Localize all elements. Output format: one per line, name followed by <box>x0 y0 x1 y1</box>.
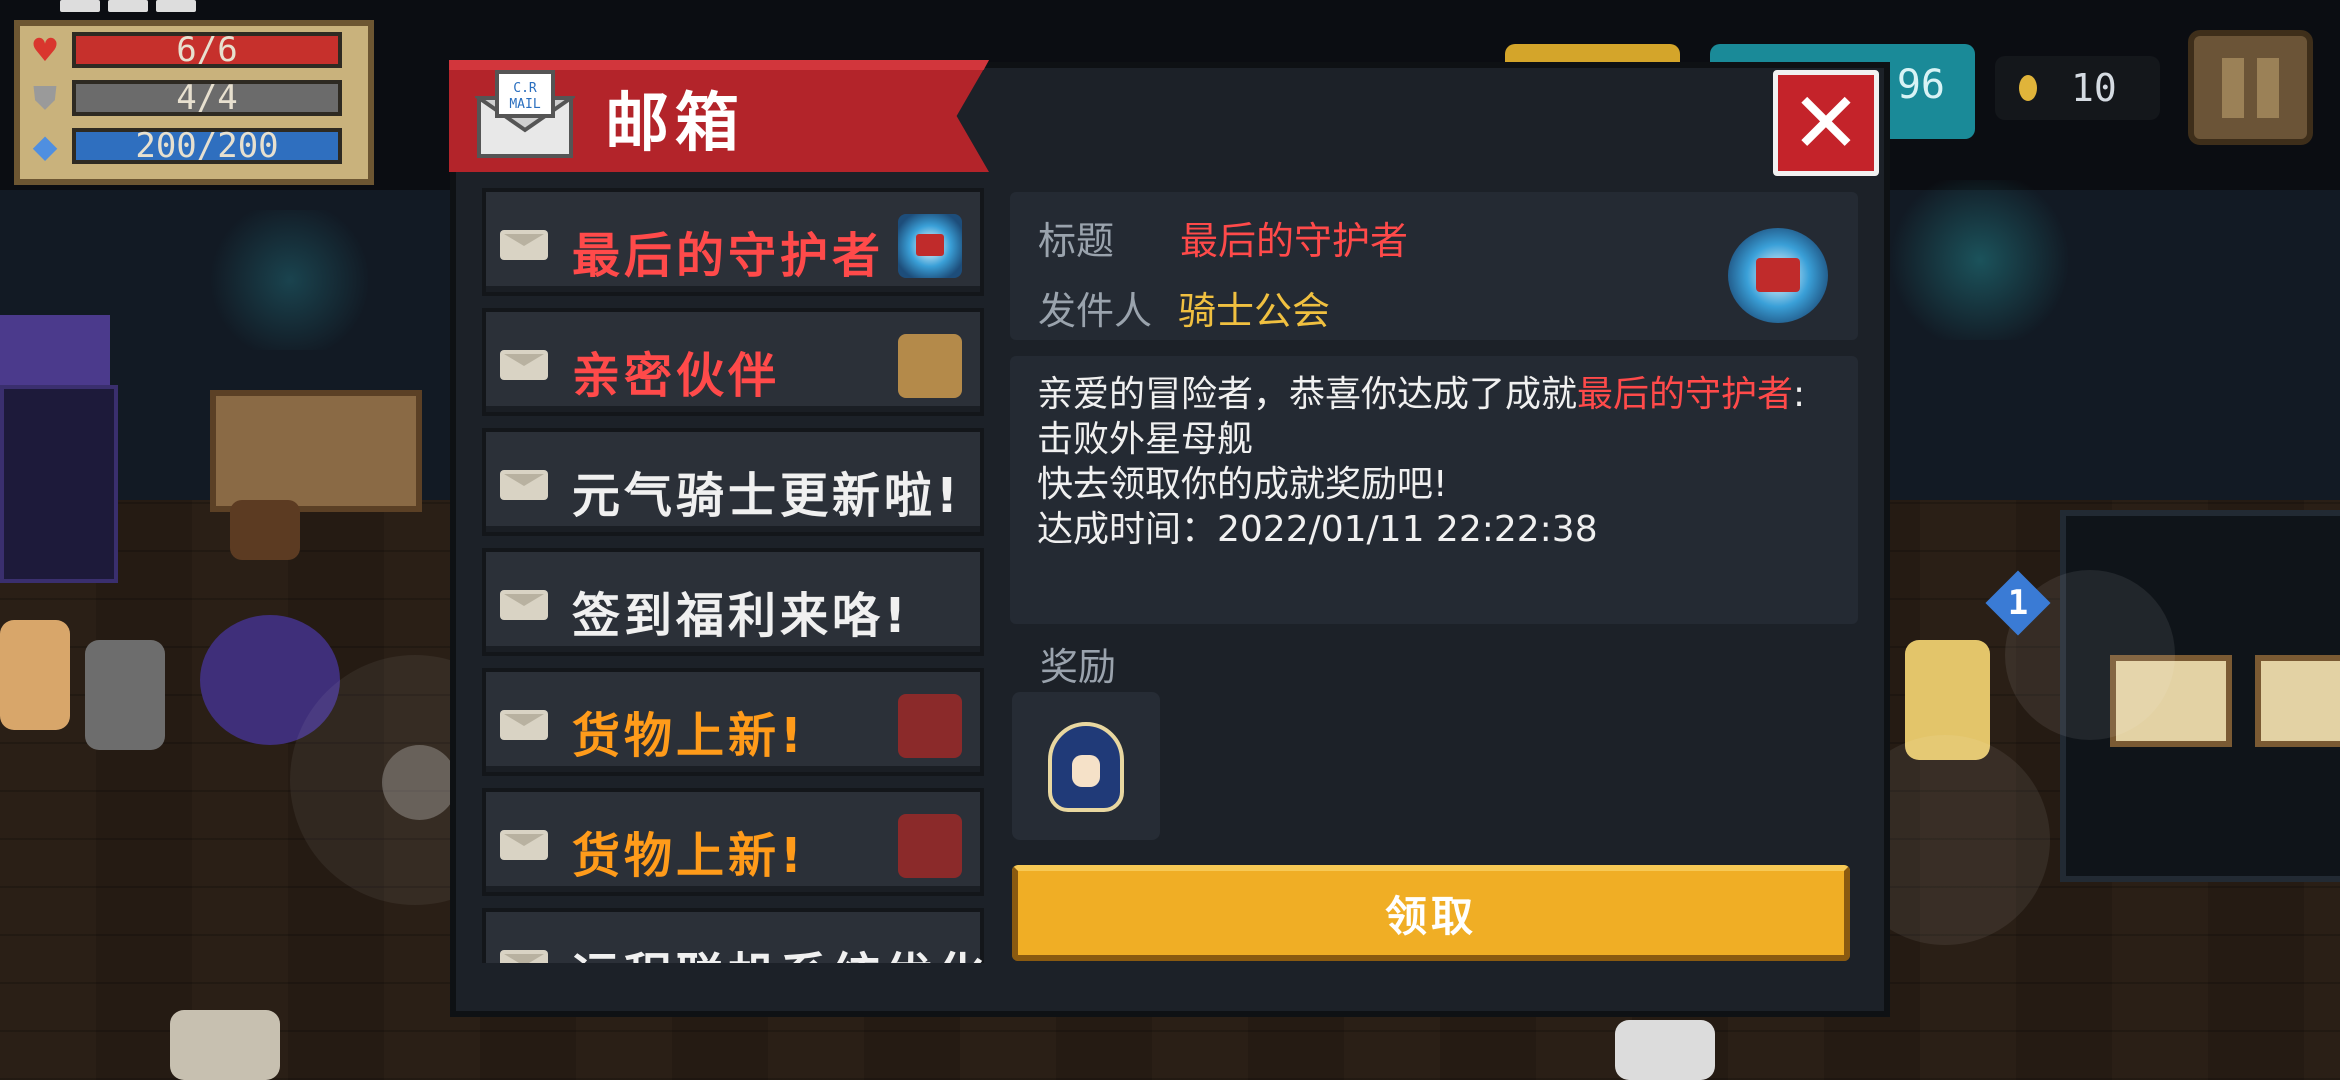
pet-fox-icon <box>898 334 962 398</box>
envelope-icon <box>500 950 548 963</box>
npc-bunny <box>0 620 70 730</box>
shield-icon: ⛊ <box>32 79 57 117</box>
mail-item-checkin[interactable]: 签到福利来咯! <box>482 548 984 656</box>
mail-item-new-goods-2[interactable]: 货物上新! <box>482 788 984 896</box>
mail-item-label: 远程联机系统优化 <box>572 936 988 963</box>
npc-bottom-right <box>1615 1020 1715 1080</box>
close-x-icon: ✕ <box>1790 74 1862 172</box>
body-line3: 达成时间：2022/01/11 22:22:38 <box>1037 509 1598 550</box>
sender-value: 骑士公会 <box>1178 289 1331 333</box>
energy-bar: 200/200 <box>72 126 342 166</box>
device-status-bar <box>60 0 196 14</box>
armor-row: ⛊ 4/4 <box>28 78 342 118</box>
svg-text:MAIL: MAIL <box>509 97 540 112</box>
mail-item-partner[interactable]: 亲密伙伴 <box>482 308 984 416</box>
coin-count: 10 <box>2071 66 2117 110</box>
map-table <box>210 390 422 512</box>
barrel <box>230 500 300 560</box>
character-skin-face <box>1072 755 1100 787</box>
mail-item-update[interactable]: 元气骑士更新啦! <box>482 428 984 536</box>
title-key: 标题 <box>1038 219 1115 263</box>
gem-count: 96 <box>1896 62 1945 108</box>
weapon-badge-number: 1 <box>2007 583 2029 623</box>
mail-envelope-icon: C.R MAIL <box>472 68 578 160</box>
joystick-knob[interactable] <box>382 745 457 820</box>
mail-item-label: 签到福利来咯! <box>572 588 910 644</box>
pause-button[interactable] <box>2188 30 2313 145</box>
envelope-icon <box>500 590 548 620</box>
teal-light-left <box>200 210 380 350</box>
mail-item-label: 亲密伙伴 <box>572 348 781 404</box>
claim-label: 领取 <box>1384 891 1477 941</box>
npc-robot <box>85 640 165 750</box>
body-line2: 快去领取你的成就奖励吧! <box>1037 464 1448 505</box>
knight-merchant-icon <box>898 694 962 758</box>
title-value: 最后的守护者 <box>1180 219 1409 263</box>
mail-list[interactable]: 最后的守护者 亲密伙伴 元气骑士更新啦! 签到福利来咯! 货物上新! 货物上新!… <box>482 188 992 963</box>
mail-item-guardian[interactable]: 最后的守护者 <box>482 188 984 296</box>
body-highlight: 最后的守护者 <box>1577 374 1794 415</box>
claim-button[interactable]: 领取 <box>1012 865 1850 961</box>
mail-item-label: 货物上新! <box>572 828 806 884</box>
notice-board-2 <box>2255 655 2340 747</box>
knight-merchant-icon <box>898 814 962 878</box>
body-part1: 亲爱的冒险者，恭喜你达成了成就 <box>1037 374 1578 415</box>
envelope-icon <box>500 830 548 860</box>
reward-label: 奖励 <box>1040 645 1117 689</box>
energy-row: ◆ 200/200 <box>28 126 342 166</box>
hp-bar: 6/6 <box>72 30 342 70</box>
mail-item-label: 元气骑士更新啦! <box>572 468 962 524</box>
energy-crystal-icon: ◆ <box>32 127 58 165</box>
mail-item-online[interactable]: 远程联机系统优化 <box>482 908 984 963</box>
envelope-icon <box>500 710 548 740</box>
armor-bar: 4/4 <box>72 78 342 118</box>
mail-item-label: 货物上新! <box>572 708 806 764</box>
envelope-icon <box>500 230 548 260</box>
arcade-machine <box>0 385 118 583</box>
coin-icon <box>2019 75 2037 101</box>
npc-bottom-left <box>170 1010 280 1080</box>
sender-key: 发件人 <box>1038 289 1153 333</box>
guardian-orb-icon <box>1728 228 1828 323</box>
close-button[interactable]: ✕ <box>1773 70 1879 176</box>
coin-counter: 10 <box>1995 56 2160 120</box>
mailbox-title: 邮箱 <box>605 87 745 161</box>
hp-row: ♥ 6/6 <box>28 30 342 70</box>
mail-body-text: 亲爱的冒险者，恭喜你达成了成就最后的守护者:击败外星母舰 快去领取你的成就奖励吧… <box>1037 372 1837 552</box>
mail-item-new-goods[interactable]: 货物上新! <box>482 668 984 776</box>
mail-item-label: 最后的守护者 <box>572 228 885 284</box>
guardian-orb-icon <box>898 214 962 278</box>
svg-text:C.R: C.R <box>513 81 537 96</box>
envelope-icon <box>500 470 548 500</box>
envelope-icon <box>500 350 548 380</box>
heart-icon: ♥ <box>30 31 60 69</box>
teal-light <box>1880 180 2080 340</box>
